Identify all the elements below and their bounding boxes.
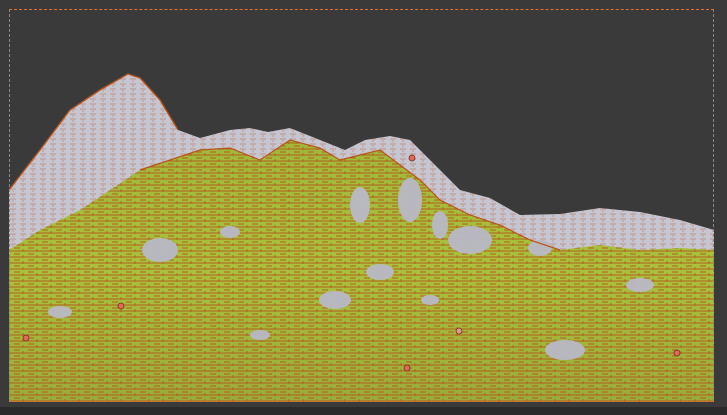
vertex-point bbox=[403, 364, 411, 372]
vertex-point bbox=[408, 154, 416, 162]
vertex-point bbox=[455, 327, 463, 335]
vertex-point bbox=[673, 349, 681, 357]
vertex-point bbox=[22, 334, 30, 342]
terrain-mesh[interactable] bbox=[0, 0, 727, 415]
viewport-bottom-edge bbox=[0, 407, 727, 415]
3d-viewport[interactable] bbox=[0, 0, 727, 415]
vertex-point bbox=[117, 302, 125, 310]
